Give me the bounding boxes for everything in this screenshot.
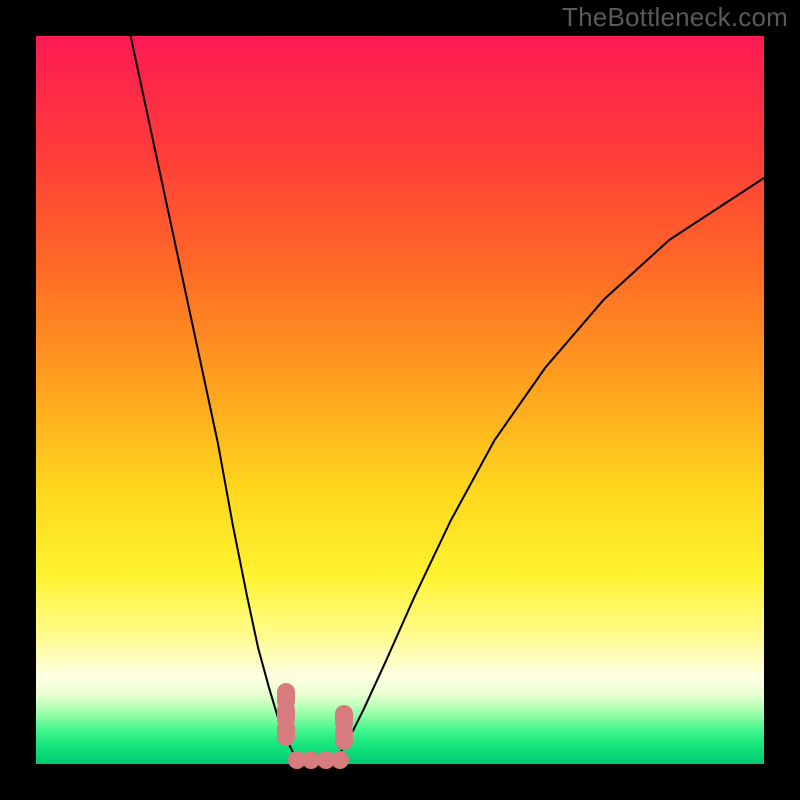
curve-layer (36, 36, 764, 764)
curve-right (327, 178, 764, 764)
baseline-marker (331, 751, 349, 769)
curve-marker (277, 683, 295, 710)
watermark-text: TheBottleneck.com (562, 2, 788, 33)
plot-area (36, 36, 764, 764)
image-frame: TheBottleneck.com (0, 0, 800, 800)
curve-marker (335, 705, 353, 732)
curve-left (131, 36, 306, 764)
